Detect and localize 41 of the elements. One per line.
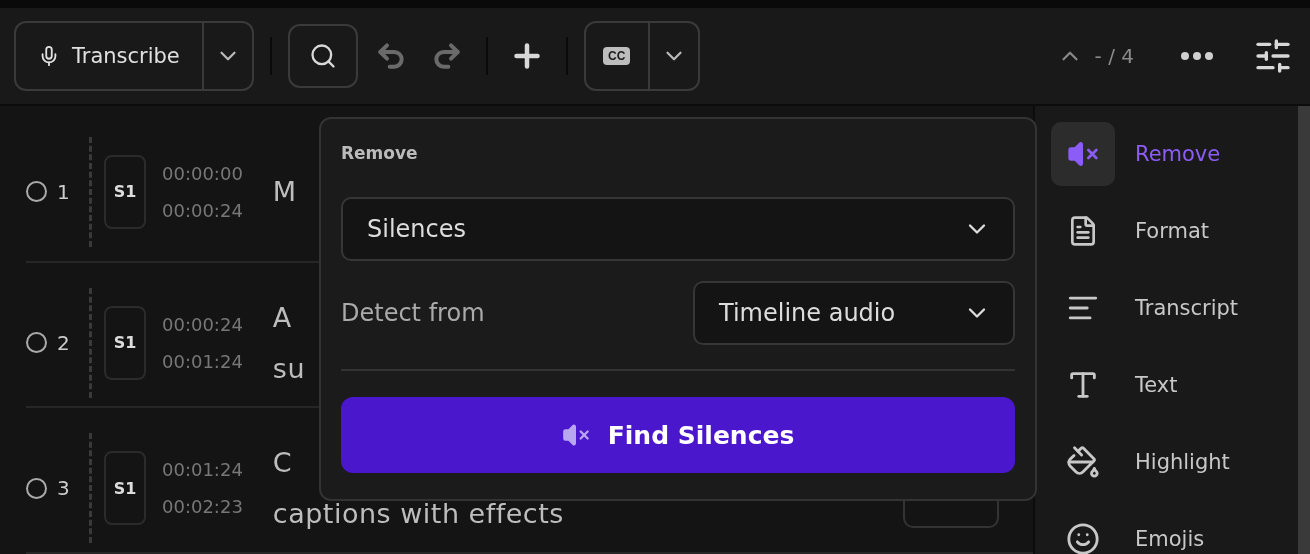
row-number: 2 bbox=[57, 330, 71, 355]
sidebar-item[interactable]: Remove bbox=[1051, 122, 1298, 186]
captions-badge: CC bbox=[603, 47, 631, 65]
start-time: 00:01:24 bbox=[162, 459, 243, 480]
search-icon bbox=[308, 42, 337, 70]
row-radio[interactable] bbox=[26, 181, 47, 202]
end-time: 00:00:24 bbox=[162, 199, 243, 221]
smiley-icon bbox=[1066, 522, 1100, 554]
row-radio[interactable] bbox=[26, 477, 47, 499]
speaker-tag[interactable]: S1 bbox=[104, 154, 146, 229]
popover-title: Remove bbox=[341, 143, 419, 163]
caption-text: A bbox=[272, 301, 292, 333]
match-counter: - / 4 bbox=[1094, 44, 1134, 68]
row-number: 1 bbox=[57, 179, 71, 204]
sidebar-item[interactable]: Highlight bbox=[1051, 430, 1298, 494]
caption-text: M bbox=[272, 176, 297, 207]
caption-text: captions with effects bbox=[272, 498, 564, 529]
sidebar-item[interactable]: Text bbox=[1051, 353, 1298, 417]
start-time: 00:00:00 bbox=[162, 162, 243, 184]
paint-bucket-icon bbox=[1066, 445, 1100, 479]
transcribe-button[interactable]: Transcribe bbox=[16, 23, 204, 89]
caption-text: C bbox=[272, 447, 293, 478]
more-icon bbox=[1181, 52, 1213, 60]
settings-icon bbox=[1253, 36, 1293, 76]
caption-text: su bbox=[272, 352, 306, 384]
sidebar-item[interactable]: Transcript bbox=[1051, 276, 1298, 340]
sidebar-item[interactable]: Format bbox=[1051, 199, 1298, 263]
type-select[interactable]: Silences bbox=[341, 197, 1015, 261]
speaker-tag[interactable]: S1 bbox=[104, 451, 146, 525]
speaker-tag[interactable]: S1 bbox=[104, 305, 146, 380]
search-button[interactable] bbox=[287, 24, 358, 88]
end-time: 00:02:23 bbox=[162, 496, 243, 517]
row-radio[interactable] bbox=[26, 332, 47, 353]
source-select[interactable]: Timeline audio bbox=[693, 281, 1015, 345]
find-silences-button[interactable]: Find Silences bbox=[341, 397, 1015, 473]
end-time: 00:01:24 bbox=[162, 350, 243, 372]
detect-label: Detect from bbox=[341, 299, 485, 327]
sidebar-item[interactable]: Emojis bbox=[1051, 507, 1298, 554]
start-time: 00:00:24 bbox=[162, 313, 243, 335]
row-number: 3 bbox=[57, 476, 71, 500]
transcribe-split-button[interactable]: Transcribe bbox=[14, 21, 254, 91]
